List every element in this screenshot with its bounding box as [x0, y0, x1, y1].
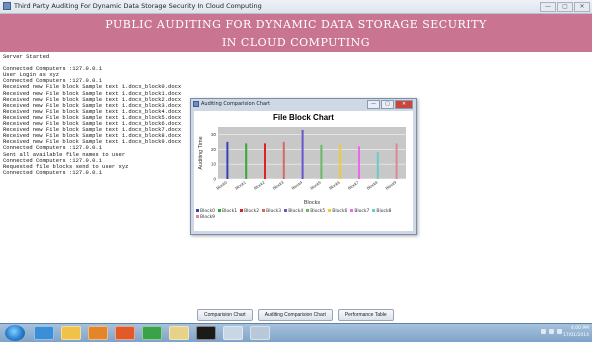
- clock-time: 4:00 PM: [570, 326, 589, 331]
- ie-icon[interactable]: [34, 326, 54, 340]
- legend-label: Block7: [354, 209, 370, 214]
- java-icon[interactable]: [223, 326, 243, 340]
- y-axis-label: Auditing Time: [198, 136, 204, 169]
- bar: [264, 143, 266, 179]
- java-app-icon: [3, 2, 11, 10]
- chart-legend: Block0 Block1 Block2 Block3 Block4 Block5 Bloc…: [196, 209, 410, 221]
- close-button[interactable]: ✕: [574, 2, 590, 12]
- legend-label: Block9: [200, 215, 216, 220]
- folder-icon[interactable]: [61, 326, 81, 340]
- x-tick-label: Block6: [328, 179, 341, 190]
- legend-item: Block2: [240, 209, 259, 214]
- popup-close-button[interactable]: ✕: [395, 100, 413, 109]
- legend-label: Block2: [244, 209, 260, 214]
- bar: [395, 143, 398, 179]
- legend-swatch: [240, 209, 244, 212]
- popup-title: Auditing Comparision Chart: [201, 101, 271, 107]
- legend-item: Block3: [262, 209, 281, 214]
- window-icon[interactable]: [250, 326, 270, 340]
- chrome-icon[interactable]: [142, 326, 162, 340]
- legend-swatch: [350, 209, 354, 212]
- minimize-button[interactable]: —: [540, 2, 556, 12]
- legend-swatch: [196, 209, 199, 212]
- y-tick-label: 20: [211, 147, 217, 152]
- bar: [245, 143, 248, 179]
- popup-maximize-button[interactable]: ▢: [381, 100, 394, 109]
- taskbar: 4:00 PM 17/01/2014: [0, 323, 592, 342]
- files-icon[interactable]: [169, 326, 189, 340]
- legend-item: Block1: [218, 209, 237, 214]
- popup-minimize-button[interactable]: —: [367, 100, 380, 109]
- legend-label: Block4: [288, 209, 304, 214]
- legend-item: Block7: [350, 209, 369, 214]
- legend-item: Block6: [328, 209, 347, 214]
- action-buttons: Comparision Chart Auditing Comparision C…: [197, 309, 394, 321]
- legend-item: Block5: [306, 209, 325, 214]
- system-tray: [541, 329, 562, 334]
- clock[interactable]: 4:00 PM 17/01/2014: [563, 325, 589, 339]
- legend-swatch: [218, 209, 222, 212]
- popup-controls: — ▢ ✕: [367, 100, 413, 109]
- legend-item: Block4: [284, 209, 303, 214]
- banner-title-line1: PUBLIC AUDITING FOR DYNAMIC DATA STORAGE…: [105, 18, 487, 31]
- legend-item: Block9: [196, 215, 215, 220]
- legend-label: Block1: [222, 209, 238, 214]
- y-tick-label: 30: [211, 132, 217, 137]
- legend-swatch: [306, 209, 310, 212]
- x-tick-label: Block3: [272, 179, 285, 190]
- start-button[interactable]: [5, 325, 25, 341]
- media-icon[interactable]: [88, 326, 108, 340]
- window-title: Third Party Auditing For Dynamic Data St…: [14, 2, 262, 10]
- bar: [339, 144, 342, 179]
- comparision-chart-button[interactable]: Comparision Chart: [197, 309, 253, 321]
- legend-label: Block8: [376, 209, 392, 214]
- firefox-icon[interactable]: [115, 326, 135, 340]
- java-app-icon: [193, 101, 199, 107]
- window-titlebar: Third Party Auditing For Dynamic Data St…: [0, 0, 592, 14]
- bar: [301, 129, 304, 179]
- x-tick-label: Block8: [366, 179, 379, 190]
- x-tick-label: Block4: [290, 179, 303, 190]
- legend-label: Block3: [266, 209, 282, 214]
- window-controls: — ▢ ✕: [540, 2, 590, 12]
- x-tick-label: Block5: [309, 179, 322, 190]
- legend-swatch: [262, 209, 266, 212]
- chart-popup-window[interactable]: Auditing Comparision Chart — ▢ ✕ File Bl…: [190, 98, 417, 235]
- legend-swatch: [372, 209, 376, 212]
- cmd-icon[interactable]: [196, 326, 216, 340]
- bar: [358, 146, 360, 179]
- x-axis-label: Blocks: [304, 200, 320, 206]
- network-icon[interactable]: [541, 329, 546, 334]
- x-tick-label: Block1: [234, 179, 247, 190]
- legend-label: Block6: [332, 209, 348, 214]
- auditing-comparision-chart-button[interactable]: Auditing Comparision Chart: [257, 309, 333, 321]
- legend-item: Block8: [372, 209, 391, 214]
- bar: [320, 144, 323, 179]
- bar: [282, 141, 285, 179]
- bar-chart: 0 10 20 30 Block0 Block1 Block2 Block3 Block4 Blo…: [198, 127, 406, 206]
- y-tick-label: 0: [213, 177, 216, 182]
- x-tick-label: Block0: [215, 179, 228, 190]
- bar: [226, 141, 229, 179]
- x-tick-label: Block2: [253, 179, 266, 190]
- performance-table-button[interactable]: Performance Table: [337, 309, 394, 321]
- clock-date: 17/01/2014: [563, 333, 589, 338]
- y-tick-label: 10: [211, 162, 217, 167]
- chart-panel: File Block Chart 0 10 20 30 Block0 Block1 Bloc…: [194, 111, 413, 231]
- flag-icon[interactable]: [549, 329, 554, 334]
- bar: [376, 152, 379, 179]
- legend-swatch: [284, 209, 288, 212]
- x-tick-label: Block7: [347, 179, 360, 190]
- maximize-button[interactable]: ▢: [557, 2, 573, 12]
- legend-item: Block0: [196, 209, 215, 214]
- legend-swatch: [196, 215, 199, 218]
- header-banner: PUBLIC AUDITING FOR DYNAMIC DATA STORAGE…: [0, 14, 592, 52]
- legend-swatch: [328, 209, 332, 212]
- x-tick-label: Block9: [384, 179, 397, 190]
- legend-label: Block0: [200, 209, 216, 214]
- volume-icon[interactable]: [557, 329, 562, 334]
- banner-title-line2: IN CLOUD COMPUTING: [221, 36, 371, 49]
- legend-label: Block5: [310, 209, 326, 214]
